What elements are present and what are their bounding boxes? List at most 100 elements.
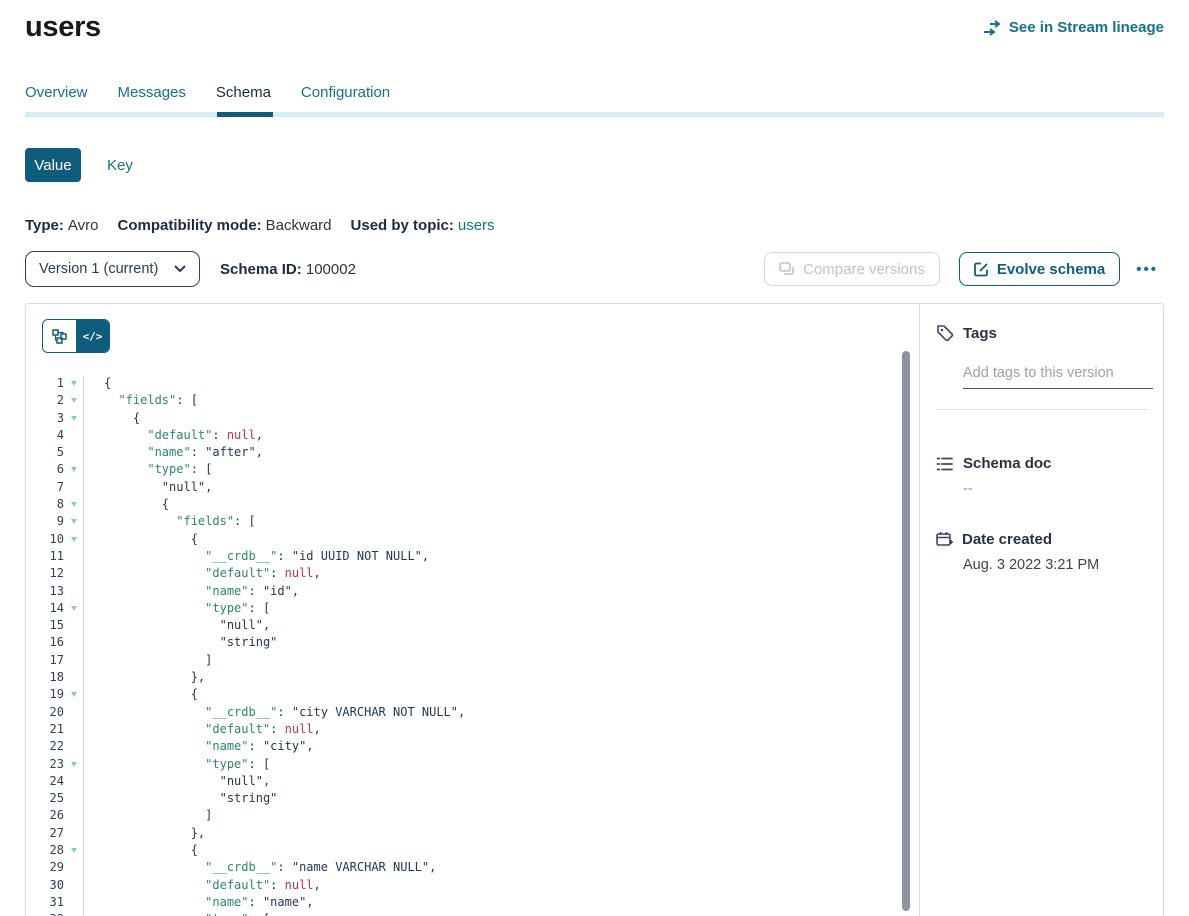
line-number: 14: [26, 600, 64, 617]
stream-lineage-link[interactable]: See in Stream lineage: [983, 19, 1164, 36]
code-text: },: [83, 825, 205, 842]
evolve-schema-button[interactable]: Evolve schema: [959, 252, 1120, 286]
code-text: "default": null,: [83, 565, 321, 582]
code-line: 11 "__crdb__": "id UUID NOT NULL",: [26, 548, 919, 565]
compare-versions-button[interactable]: Compare versions: [764, 252, 940, 286]
schema-meta-row: Type:Avro Compatibility mode:Backward Us…: [25, 217, 1164, 234]
stream-lineage-icon: [983, 20, 1002, 36]
code-line: 29 "__crdb__": "name VARCHAR NULL",: [26, 859, 919, 876]
fold-gutter: [64, 634, 83, 651]
editor-scrollbar[interactable]: [902, 351, 910, 911]
code-text: {: [83, 410, 140, 427]
line-number: 12: [26, 565, 64, 582]
schema-id: Schema ID: 100002: [220, 261, 356, 278]
code-line: 10 {: [26, 531, 919, 548]
fold-caret-icon[interactable]: [64, 496, 83, 513]
code-line: 3 {: [26, 410, 919, 427]
code-text: "fields": [: [83, 392, 198, 409]
version-dropdown[interactable]: Version 1 (current): [25, 251, 200, 287]
code-text: ]: [83, 652, 212, 669]
tab-schema[interactable]: Schema: [216, 84, 271, 112]
code-line: 9 "fields": [: [26, 513, 919, 530]
fold-gutter: [64, 565, 83, 582]
fold-caret-icon[interactable]: [64, 461, 83, 478]
version-dropdown-value: Version 1 (current): [39, 261, 158, 277]
line-number: 32: [26, 911, 64, 916]
fold-gutter: [64, 669, 83, 686]
code-view-button[interactable]: </>: [76, 320, 109, 352]
code-line: 4 "default": null,: [26, 427, 919, 444]
fold-gutter: [64, 652, 83, 669]
line-number: 17: [26, 652, 64, 669]
code-line: 12 "default": null,: [26, 565, 919, 582]
code-line: 19 {: [26, 686, 919, 703]
fold-caret-icon[interactable]: [64, 756, 83, 773]
line-number: 16: [26, 634, 64, 651]
fold-caret-icon[interactable]: [64, 911, 83, 916]
line-number: 11: [26, 548, 64, 565]
fold-gutter: [64, 807, 83, 824]
fold-caret-icon[interactable]: [64, 531, 83, 548]
tree-view-button[interactable]: [43, 320, 76, 352]
code-line: 25 "string": [26, 790, 919, 807]
code-line: 13 "name": "id",: [26, 583, 919, 600]
tab-bar: Overview Messages Schema Configuration: [25, 84, 1164, 112]
fold-caret-icon[interactable]: [64, 375, 83, 392]
fold-gutter: [64, 479, 83, 496]
fold-caret-icon[interactable]: [64, 600, 83, 617]
fold-caret-icon[interactable]: [64, 686, 83, 703]
line-number: 20: [26, 704, 64, 721]
date-created-value: Aug. 3 2022 3:21 PM: [963, 557, 1147, 573]
sidebar-divider: [936, 409, 1147, 410]
line-number: 8: [26, 496, 64, 513]
fold-caret-icon[interactable]: [64, 392, 83, 409]
used-by-topic-link[interactable]: users: [458, 217, 495, 234]
schema-id-value: 100002: [306, 261, 356, 278]
fold-gutter: [64, 825, 83, 842]
code-line: 5 "name": "after",: [26, 444, 919, 461]
add-tags-input[interactable]: [963, 365, 1153, 389]
code-text: "fields": [: [83, 513, 256, 530]
tab-active-indicator: [217, 112, 273, 117]
used-by-topic-label: Used by topic:: [351, 217, 454, 234]
code-line: 32 "type": [: [26, 911, 919, 916]
code-line: 28 {: [26, 842, 919, 859]
fold-caret-icon[interactable]: [64, 842, 83, 859]
page-header: users See in Stream lineage: [25, 0, 1164, 46]
fold-gutter: [64, 877, 83, 894]
fold-gutter: [64, 790, 83, 807]
fold-caret-icon[interactable]: [64, 513, 83, 530]
line-number: 1: [26, 375, 64, 392]
line-number: 15: [26, 617, 64, 634]
schema-sidebar: Tags Schema doc --: [919, 304, 1163, 916]
line-number: 13: [26, 583, 64, 600]
code-text: "name": "city",: [83, 738, 314, 755]
code-text: "type": [: [83, 911, 270, 916]
tab-messages[interactable]: Messages: [118, 84, 186, 112]
line-number: 29: [26, 859, 64, 876]
code-block: 1{2 "fields": [3 {4 "default": null,5 "n…: [26, 375, 919, 916]
fold-caret-icon[interactable]: [64, 410, 83, 427]
code-text: "name": "id",: [83, 583, 299, 600]
stream-lineage-label: See in Stream lineage: [1009, 19, 1164, 36]
code-text: "string": [83, 634, 277, 651]
code-text: "name": "name",: [83, 894, 314, 911]
evolve-schema-label: Evolve schema: [997, 261, 1105, 278]
tab-overview[interactable]: Overview: [25, 84, 88, 112]
compatibility-label: Compatibility mode:: [117, 217, 261, 234]
key-toggle-button[interactable]: Key: [107, 157, 133, 174]
date-created-heading: Date created: [962, 531, 1052, 548]
view-mode-toggle: </>: [42, 319, 110, 353]
fold-gutter: [64, 548, 83, 565]
tag-icon: [936, 324, 954, 342]
more-actions-button[interactable]: •••: [1130, 257, 1164, 282]
schema-doc-section-header: Schema doc: [936, 455, 1147, 472]
code-text: "default": null,: [83, 427, 263, 444]
schema-doc-value: --: [963, 481, 1147, 497]
code-line: 17 ]: [26, 652, 919, 669]
page-title: users: [25, 11, 101, 44]
tab-underline-track: [25, 112, 1164, 117]
tab-configuration[interactable]: Configuration: [301, 84, 390, 112]
code-text: "__crdb__": "city VARCHAR NOT NULL",: [83, 704, 465, 721]
value-toggle-button[interactable]: Value: [25, 148, 81, 182]
